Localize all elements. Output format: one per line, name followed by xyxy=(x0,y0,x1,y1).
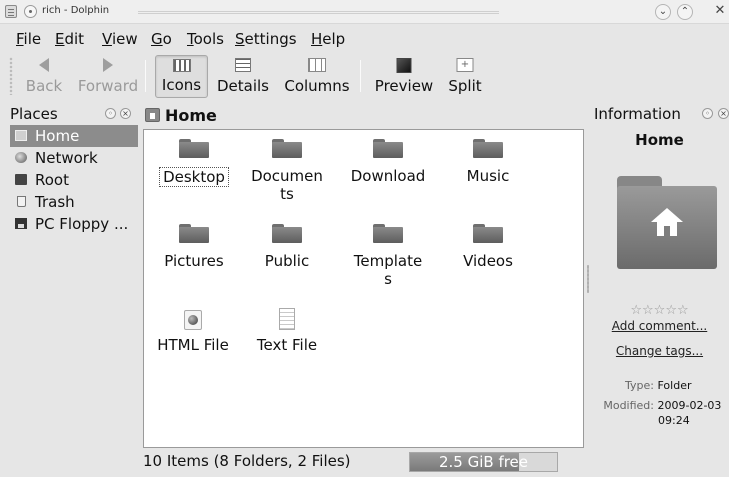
file-item[interactable]: Desktop xyxy=(149,139,239,193)
columns-view-icon xyxy=(308,58,326,72)
title-decoration xyxy=(138,11,499,14)
folder-icon xyxy=(373,224,403,243)
forward-button[interactable]: Forward xyxy=(77,55,139,98)
places-float-button[interactable]: ◦ xyxy=(105,108,116,119)
info-title: Information xyxy=(594,105,681,123)
network-icon xyxy=(15,152,27,163)
main-toolbar: Back Forward Icons Details Columns Previ… xyxy=(0,52,729,100)
information-panel: Information ◦ × Home ☆☆☆☆☆ Add comment..… xyxy=(590,102,729,472)
window-menu-icon[interactable] xyxy=(24,5,37,18)
toolbar-separator xyxy=(360,60,361,92)
close-button[interactable]: ✕ xyxy=(712,4,728,20)
details-view-icon xyxy=(235,58,251,72)
meta-type: Type: Folder xyxy=(625,379,692,392)
splitter-handle[interactable] xyxy=(587,265,589,293)
menu-edit[interactable]: Edit xyxy=(55,30,84,48)
file-view[interactable]: Desktop Documen ts Download Music Pictur… xyxy=(143,129,584,448)
file-name: Music xyxy=(466,167,510,185)
file-name: Download xyxy=(350,167,426,185)
split-icon: + xyxy=(456,58,474,72)
back-arrow-icon xyxy=(39,58,49,72)
rating-stars[interactable]: ☆☆☆☆☆ xyxy=(590,303,729,318)
title-bar: rich - Dolphin ⌄ ⌃ ✕ xyxy=(0,0,729,24)
folder-icon xyxy=(179,224,209,243)
maximize-button[interactable]: ⌃ xyxy=(677,4,693,20)
html-file-icon xyxy=(184,310,202,330)
free-space-bar: 2.5 GiB free xyxy=(409,452,558,472)
file-name: Videos xyxy=(463,252,513,270)
split-button[interactable]: + Split xyxy=(446,55,484,98)
toolbar-separator xyxy=(145,60,146,92)
menu-bar: File Edit View Go Tools Settings Help xyxy=(0,24,729,52)
columns-view-button[interactable]: Columns xyxy=(283,55,351,98)
file-item[interactable]: Template s xyxy=(343,224,433,288)
file-name: Template s xyxy=(353,252,423,288)
place-network[interactable]: Network xyxy=(10,147,138,169)
folder-icon xyxy=(179,139,209,158)
info-close-button[interactable]: × xyxy=(718,108,729,119)
file-name: Text File xyxy=(256,336,318,354)
places-title: Places xyxy=(10,105,58,123)
folder-icon xyxy=(473,139,503,158)
place-floppy[interactable]: PC Floppy ... xyxy=(10,213,138,235)
file-name: Pictures xyxy=(164,252,224,270)
places-close-button[interactable]: × xyxy=(120,108,131,119)
file-item[interactable]: Music xyxy=(443,139,533,193)
icons-view-icon xyxy=(172,59,191,72)
details-view-button[interactable]: Details xyxy=(215,55,271,98)
minimize-button[interactable]: ⌄ xyxy=(655,4,671,20)
info-float-button[interactable]: ◦ xyxy=(702,108,713,119)
home-folder-preview-icon xyxy=(617,176,717,269)
file-name: Desktop xyxy=(159,167,229,187)
home-folder-icon xyxy=(145,108,160,122)
places-panel: Places ◦ × Home Network Root Trash PC Fl… xyxy=(8,102,139,472)
window-title: rich - Dolphin xyxy=(42,5,110,16)
folder-icon xyxy=(473,224,503,243)
forward-arrow-icon xyxy=(103,58,113,72)
add-comment-link[interactable]: Add comment... xyxy=(590,319,729,333)
change-tags-link[interactable]: Change tags... xyxy=(590,344,729,358)
file-item[interactable]: Text File xyxy=(242,308,332,356)
file-name: Documen ts xyxy=(251,167,323,203)
home-icon xyxy=(15,130,27,141)
text-file-icon xyxy=(279,308,295,330)
menu-help[interactable]: Help xyxy=(311,30,345,48)
root-drive-icon xyxy=(15,174,27,185)
menu-file[interactable]: File xyxy=(16,30,41,48)
file-item[interactable]: Public xyxy=(242,224,332,278)
status-summary: 10 Items (8 Folders, 2 Files) xyxy=(143,452,351,470)
folder-icon xyxy=(272,224,302,243)
icons-view-button[interactable]: Icons xyxy=(155,55,208,98)
preview-button[interactable]: Preview xyxy=(373,55,435,98)
file-item[interactable]: Pictures xyxy=(149,224,239,278)
place-trash[interactable]: Trash xyxy=(10,191,138,213)
dolphin-app-icon[interactable] xyxy=(5,5,17,18)
file-name: Public xyxy=(264,252,310,270)
menu-view[interactable]: View xyxy=(102,30,138,48)
menu-settings[interactable]: Settings xyxy=(235,30,297,48)
trash-icon xyxy=(17,196,26,207)
back-button[interactable]: Back xyxy=(24,55,64,98)
folder-icon xyxy=(373,139,403,158)
file-item[interactable]: Download xyxy=(343,139,433,193)
file-item[interactable]: Videos xyxy=(443,224,533,278)
menu-go[interactable]: Go xyxy=(151,30,172,48)
toolbar-grip[interactable] xyxy=(9,57,13,95)
free-space-label: 2.5 GiB free xyxy=(438,453,529,471)
file-item[interactable]: Documen ts xyxy=(242,139,332,203)
info-item-name: Home xyxy=(635,131,684,149)
preview-icon xyxy=(396,58,412,73)
file-name: HTML File xyxy=(157,336,229,354)
floppy-icon xyxy=(15,218,27,229)
file-item[interactable]: HTML File xyxy=(148,308,238,356)
place-root[interactable]: Root xyxy=(10,169,138,191)
folder-icon xyxy=(272,139,302,158)
place-home[interactable]: Home xyxy=(10,125,138,147)
meta-modified-time: 09:24 xyxy=(658,414,690,427)
menu-tools[interactable]: Tools xyxy=(187,30,224,48)
meta-modified: Modified: 2009-02-03 xyxy=(603,399,722,412)
